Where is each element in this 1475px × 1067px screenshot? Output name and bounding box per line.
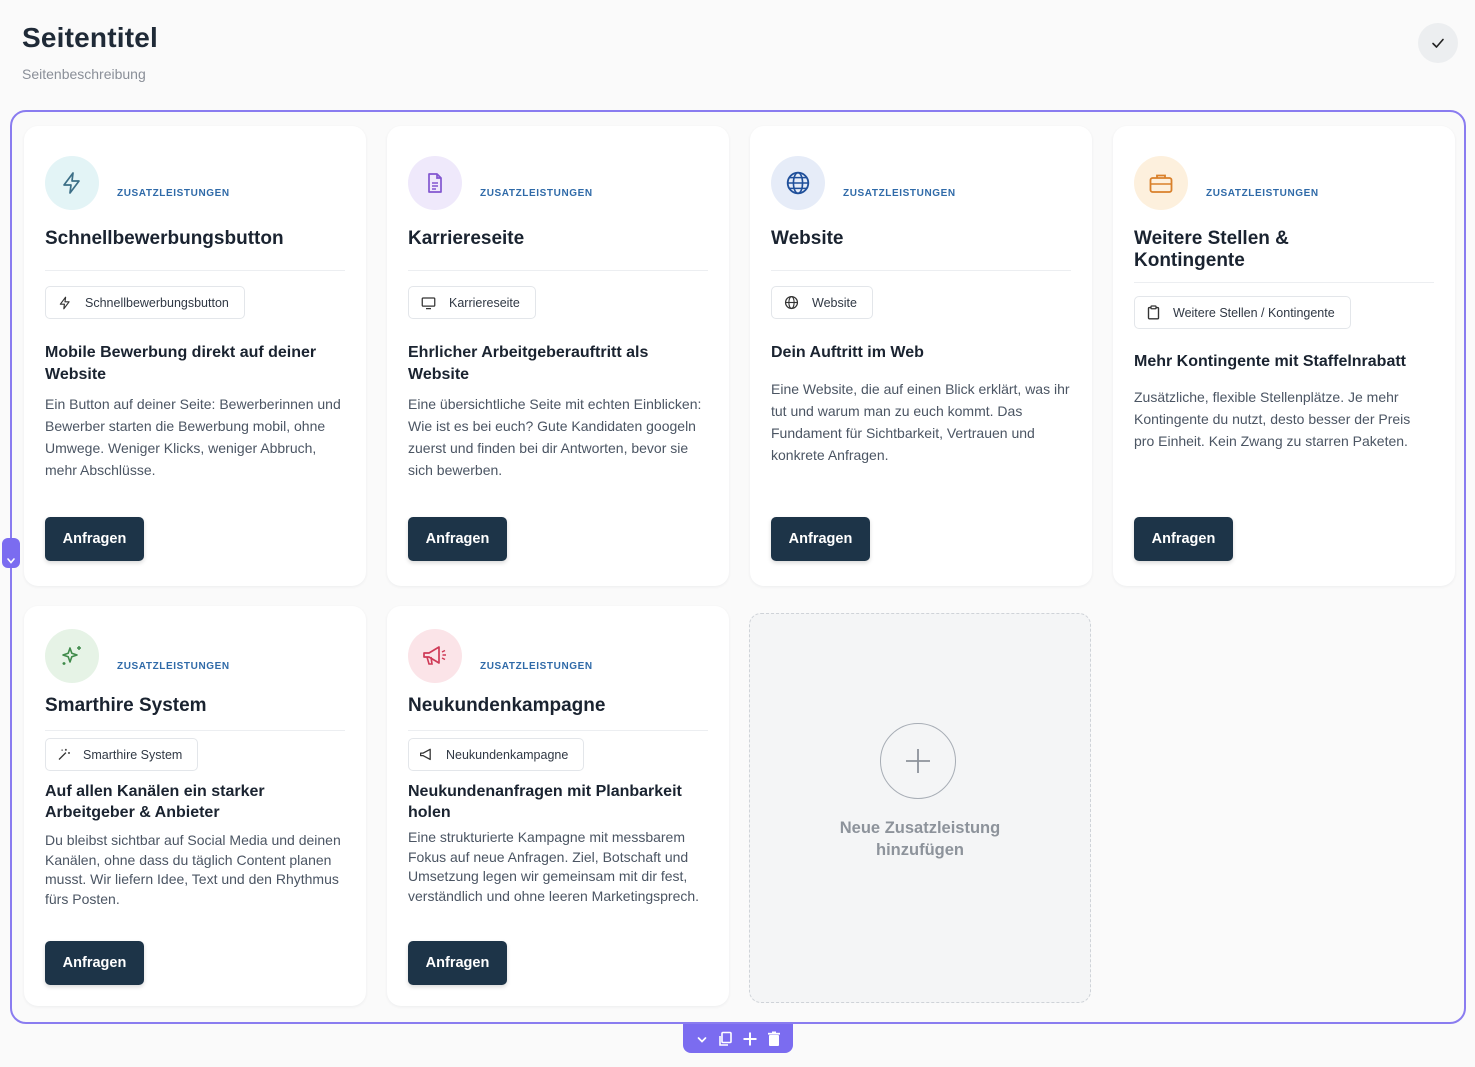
card-chip: Schnellbewerbungsbutton [45, 286, 245, 319]
briefcase-icon [1149, 174, 1173, 193]
magic-wand-icon [58, 748, 70, 760]
chip-label: Karriereseite [449, 295, 520, 310]
section-collapse-handle[interactable] [2, 538, 20, 568]
add-service-label: Neue Zusatzleistung hinzufügen [750, 817, 1090, 861]
card-category: ZUSATZLEISTUNGEN [117, 188, 230, 199]
add-service-card[interactable]: Neue Zusatzleistung hinzufügen [749, 613, 1091, 1003]
card-desc-title: Dein Auftritt im Web [771, 344, 924, 361]
card-desc-text: Eine übersichtliche Seite mit echten Ein… [408, 396, 702, 478]
megaphone-icon [423, 646, 446, 665]
card-title: Weitere Stellen & Kontingente [1134, 228, 1289, 271]
trash-icon[interactable] [767, 1031, 781, 1047]
globe-icon [786, 171, 810, 195]
card-desc-title: Auf allen Kanälen ein starker Arbeitgebe… [45, 783, 265, 821]
page-subtitle: Seitenbeschreibung [22, 66, 146, 82]
section-toolbar [683, 1024, 793, 1053]
card-category: ZUSATZLEISTUNGEN [480, 188, 593, 199]
card-desc-title: Neukundenanfragen mit Planbarkeit holen [408, 783, 682, 821]
card-chip: Weitere Stellen / Kontingente [1134, 296, 1351, 329]
card-desc-text: Zusätzliche, flexible Stellenplätze. Je … [1134, 389, 1411, 449]
request-button[interactable]: Anfragen [1134, 517, 1233, 561]
globe-icon [784, 295, 799, 310]
card-divider [1134, 282, 1434, 283]
document-icon [428, 173, 442, 193]
card-icon-badge [1134, 156, 1188, 210]
page-title: Seitentitel [22, 22, 159, 53]
card-desc-text: Ein Button auf deiner Seite: Bewerberinn… [45, 396, 341, 478]
service-card: ZUSATZLEISTUNGEN Schnellbewerbungsbutton… [24, 126, 366, 586]
card-category: ZUSATZLEISTUNGEN [117, 661, 230, 672]
chip-label: Schnellbewerbungsbutton [85, 295, 229, 310]
chevron-down-icon[interactable] [696, 1033, 708, 1045]
card-desc-text: Eine strukturierte Kampagne mit messbare… [408, 829, 700, 904]
card-title: Smarthire System [45, 695, 207, 716]
card-title: Schnellbewerbungsbutton [45, 228, 284, 249]
card-chip: Neukundenkampagne [408, 738, 585, 771]
card-desc-title: Mehr Kontingente mit Staffelnrabatt [1134, 353, 1407, 370]
lightning-icon [59, 296, 70, 309]
service-card: ZUSATZLEISTUNGEN Karriereseite Karrieres… [387, 126, 729, 586]
card-title: Website [771, 228, 844, 249]
chip-label: Website [812, 295, 857, 310]
request-button[interactable]: Anfragen [771, 517, 870, 561]
card-category: ZUSATZLEISTUNGEN [843, 188, 956, 199]
add-button[interactable] [880, 723, 956, 799]
service-card: ZUSATZLEISTUNGEN Smarthire System Smarth… [24, 606, 366, 1006]
megaphone-icon [420, 748, 431, 760]
card-chip: Karriereseite [408, 286, 536, 319]
card-category: ZUSATZLEISTUNGEN [480, 661, 593, 672]
card-divider [408, 730, 708, 731]
card-icon-badge [408, 629, 462, 683]
request-button[interactable]: Anfragen [45, 517, 144, 561]
chip-label: Smarthire System [83, 747, 183, 762]
lightning-icon [63, 172, 80, 194]
card-title: Karriereseite [408, 228, 525, 249]
add-service-label-text: Neue Zusatzleistung hinzufügen [839, 819, 1001, 859]
page-header: Seitentitel Seitenbeschreibung [22, 22, 158, 82]
chip-label: Neukundenkampagne [446, 747, 569, 762]
service-card: ZUSATZLEISTUNGEN Weitere Stellen & Konti… [1113, 126, 1455, 586]
monitor-icon [421, 296, 436, 309]
service-card: ZUSATZLEISTUNGEN Website Website Dein Au… [750, 126, 1092, 586]
chip-label: Weitere Stellen / Kontingente [1173, 305, 1335, 320]
card-chip: Smarthire System [45, 738, 199, 771]
card-divider [771, 270, 1071, 271]
card-icon-badge [408, 156, 462, 210]
card-divider [45, 730, 345, 731]
service-card: ZUSATZLEISTUNGEN Neukundenkampagne Neuku… [387, 606, 729, 1006]
card-chip: Website [771, 286, 873, 319]
card-desc-text: Eine Website, die auf einen Blick erklär… [771, 381, 1070, 463]
request-button[interactable]: Anfragen [408, 941, 507, 985]
card-divider [408, 270, 708, 271]
card-icon-badge [45, 156, 99, 210]
request-button[interactable]: Anfragen [45, 941, 144, 985]
card-icon-badge [45, 629, 99, 683]
card-desc-title: Ehrlicher Arbeitgeberauftritt als Websit… [408, 344, 649, 383]
card-desc-title: Mobile Bewerbung direkt auf deiner Websi… [45, 344, 317, 383]
chevron-down-icon [7, 558, 15, 564]
card-desc-text: Du bleibst sichtbar auf Social Media und… [45, 832, 341, 907]
clipboard-icon [1147, 305, 1160, 320]
plus-icon [906, 749, 930, 773]
duplicate-icon[interactable] [717, 1031, 733, 1047]
check-icon [1432, 38, 1444, 48]
plus-icon[interactable] [742, 1031, 758, 1047]
card-category: ZUSATZLEISTUNGEN [1206, 188, 1319, 199]
card-icon-badge [771, 156, 825, 210]
confirm-button[interactable] [1418, 23, 1458, 63]
card-title: Neukundenkampagne [408, 695, 606, 716]
card-divider [45, 270, 345, 271]
sparkle-icon [62, 646, 81, 665]
request-button[interactable]: Anfragen [408, 517, 507, 561]
